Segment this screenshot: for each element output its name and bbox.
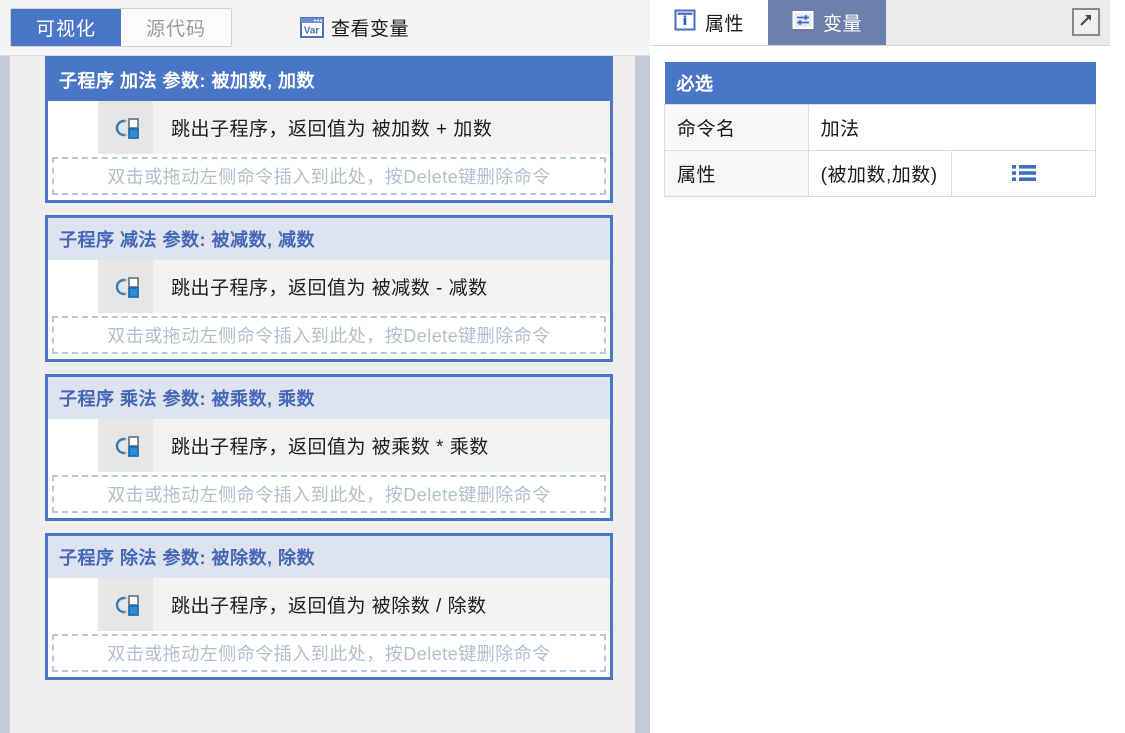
statement-row[interactable]: 跳出子程序，返回值为 被除数 / 除数 (48, 578, 610, 631)
statement-text: 跳出子程序，返回值为 被加数 + 加数 (171, 119, 493, 140)
property-key: 命令名 (664, 104, 809, 151)
list-icon (1011, 163, 1037, 183)
property-key: 属性 (664, 150, 809, 197)
tab-source-code[interactable]: 源代码 (121, 9, 231, 46)
drop-row: 双击或拖动左侧命令插入到此处，按Delete键删除命令 (48, 472, 610, 518)
expand-panel-button[interactable] (1072, 8, 1100, 36)
left-gutter-strip (0, 56, 10, 733)
subroutine-block-list: 子程序 加法 参数: 被加数, 加数 跳出子程序，返回值为 被加数 + 加数 双… (45, 56, 613, 692)
jump-out-subroutine-icon (112, 275, 140, 299)
var-window-icon: Var (300, 17, 324, 38)
subroutine-body: 跳出子程序，返回值为 被除数 / 除数 双击或拖动左侧命令插入到此处，按Dele… (48, 578, 610, 677)
statement-row[interactable]: 跳出子程序，返回值为 被减数 - 减数 (48, 260, 610, 313)
subroutine-block[interactable]: 子程序 除法 参数: 被除数, 除数 跳出子程序，返回值为 被除数 / 除数 双… (45, 533, 613, 680)
pane-divider[interactable] (635, 56, 650, 733)
subroutine-header[interactable]: 子程序 除法 参数: 被除数, 除数 (48, 536, 610, 578)
subroutine-body: 跳出子程序，返回值为 被减数 - 减数 双击或拖动左侧命令插入到此处，按Dele… (48, 260, 610, 359)
jump-out-subroutine-icon (112, 116, 140, 140)
variables-icon (792, 9, 814, 37)
jump-out-subroutine-icon (112, 593, 140, 617)
tab-visual[interactable]: 可视化 (11, 9, 121, 46)
drop-row: 双击或拖动左侧命令插入到此处，按Delete键删除命令 (48, 631, 610, 677)
property-value[interactable]: 加法 (807, 104, 1097, 151)
subroutine-header[interactable]: 子程序 加法 参数: 被加数, 加数 (48, 59, 610, 101)
view-variables-button[interactable]: Var 查看变量 (300, 14, 409, 41)
table-group-header-row: 必选 (664, 62, 1096, 105)
statement-row[interactable]: 跳出子程序，返回值为 被乘数 * 乘数 (48, 419, 610, 472)
view-mode-switch: 可视化 源代码 (10, 8, 232, 47)
statement-icon-cell (98, 419, 153, 472)
statement-indent (48, 101, 98, 154)
insert-command-dropzone[interactable]: 双击或拖动左侧命令插入到此处，按Delete键删除命令 (52, 157, 606, 195)
subroutine-body: 跳出子程序，返回值为 被加数 + 加数 双击或拖动左侧命令插入到此处，按Dele… (48, 101, 610, 200)
application-window: 可视化 源代码 Var 查看变量 子程序 加法 参数: 被加数, 加数 跳出子程… (0, 0, 1125, 733)
property-editor-button[interactable] (951, 150, 1096, 197)
statement-indent (48, 260, 98, 313)
subroutine-header[interactable]: 子程序 减法 参数: 被减数, 减数 (48, 218, 610, 260)
inspector-pane: 属性 变量 必选 命令名 加法 属性 (被加数,加数) (650, 0, 1110, 733)
drop-row: 双击或拖动左侧命令插入到此处，按Delete键删除命令 (48, 313, 610, 359)
tabbar-filler (886, 0, 1072, 45)
visual-editor-pane: 可视化 源代码 Var 查看变量 子程序 加法 参数: 被加数, 加数 跳出子程… (0, 0, 650, 733)
info-icon (674, 9, 696, 37)
table-row[interactable]: 命令名 加法 (664, 104, 1097, 151)
view-variables-label: 查看变量 (331, 19, 410, 40)
editor-toolbar: 可视化 源代码 Var 查看变量 (0, 0, 650, 56)
subroutine-block[interactable]: 子程序 减法 参数: 被减数, 减数 跳出子程序，返回值为 被减数 - 减数 双… (45, 215, 613, 362)
statement-indent (48, 419, 98, 472)
subroutine-block[interactable]: 子程序 加法 参数: 被加数, 加数 跳出子程序，返回值为 被加数 + 加数 双… (45, 56, 613, 203)
subroutine-block[interactable]: 子程序 乘法 参数: 被乘数, 乘数 跳出子程序，返回值为 被乘数 * 乘数 双… (45, 374, 613, 521)
insert-command-dropzone[interactable]: 双击或拖动左侧命令插入到此处，按Delete键删除命令 (52, 475, 606, 513)
table-row[interactable]: 属性 (被加数,加数) (664, 150, 1096, 197)
jump-out-subroutine-icon (112, 434, 140, 458)
properties-area: 必选 命令名 加法 属性 (被加数,加数) (650, 46, 1110, 733)
statement-icon-cell (98, 101, 153, 154)
tab-properties[interactable]: 属性 (650, 0, 769, 45)
inspector-tabbar: 属性 变量 (650, 0, 1110, 46)
subroutine-header[interactable]: 子程序 乘法 参数: 被乘数, 乘数 (48, 377, 610, 419)
statement-icon-cell (98, 260, 153, 313)
expand-arrow-icon (1077, 11, 1095, 34)
statement-text: 跳出子程序，返回值为 被除数 / 除数 (171, 596, 487, 617)
subroutine-body: 跳出子程序，返回值为 被乘数 * 乘数 双击或拖动左侧命令插入到此处，按Dele… (48, 419, 610, 518)
statement-row[interactable]: 跳出子程序，返回值为 被加数 + 加数 (48, 101, 610, 154)
drop-row: 双击或拖动左侧命令插入到此处，按Delete键删除命令 (48, 154, 610, 200)
tab-variables-label: 变量 (823, 14, 863, 35)
statement-text: 跳出子程序，返回值为 被减数 - 减数 (171, 278, 488, 299)
tab-variables[interactable]: 变量 (768, 0, 887, 45)
statement-indent (48, 578, 98, 631)
insert-command-dropzone[interactable]: 双击或拖动左侧命令插入到此处，按Delete键删除命令 (52, 634, 606, 672)
svg-text:Var: Var (304, 26, 320, 37)
tab-properties-label: 属性 (705, 14, 745, 35)
statement-text: 跳出子程序，返回值为 被乘数 * 乘数 (171, 437, 489, 458)
program-canvas[interactable]: 子程序 加法 参数: 被加数, 加数 跳出子程序，返回值为 被加数 + 加数 双… (10, 56, 635, 733)
canvas-wrapper: 子程序 加法 参数: 被加数, 加数 跳出子程序，返回值为 被加数 + 加数 双… (0, 56, 650, 733)
insert-command-dropzone[interactable]: 双击或拖动左侧命令插入到此处，按Delete键删除命令 (52, 316, 606, 354)
statement-icon-cell (98, 578, 153, 631)
group-title: 必选 (664, 62, 1096, 105)
property-value[interactable]: (被加数,加数) (807, 150, 953, 197)
properties-table: 必选 命令名 加法 属性 (被加数,加数) (664, 62, 1097, 197)
